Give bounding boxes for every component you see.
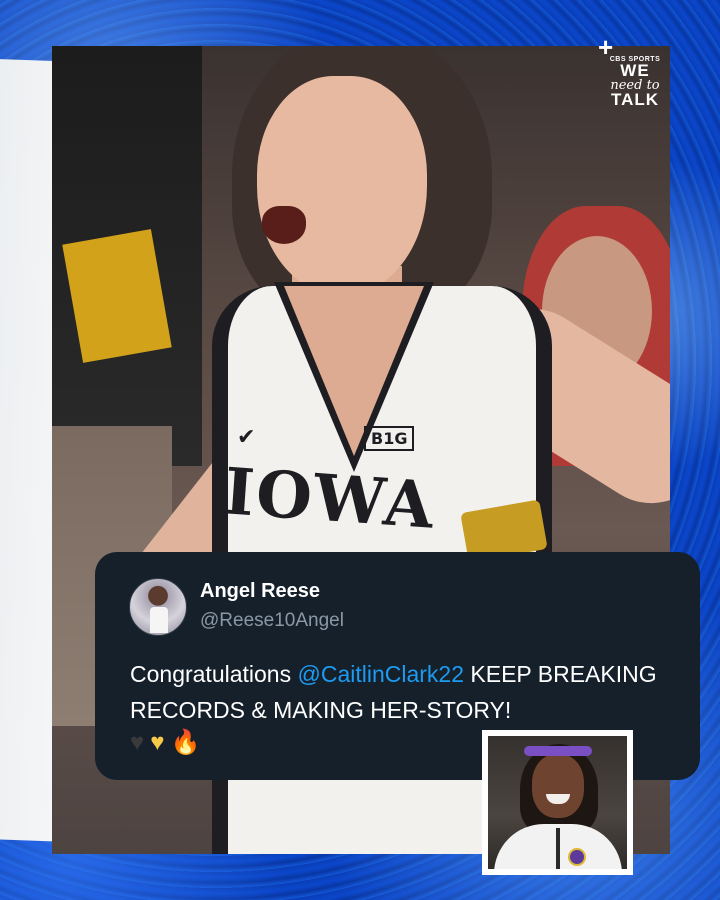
tweet-author-handle: @Reese10Angel (200, 610, 344, 631)
tweet-mention-link: @CaitlinClark22 (297, 661, 465, 687)
inset-face (532, 754, 584, 818)
black-heart-icon: ♥ (130, 729, 151, 756)
tweet-text: Congratulations @CaitlinClark22 KEEP BRE… (130, 656, 670, 728)
tweet-text-start: Congratulations (130, 661, 298, 687)
brand-line-1: WE (620, 61, 650, 80)
brand-line-3: TALK (610, 90, 660, 109)
inset-headband (524, 746, 592, 756)
player-mouth (262, 206, 306, 244)
plus-icon: + (598, 32, 614, 62)
avatar (129, 578, 187, 636)
conference-badge: B1G (364, 426, 415, 451)
swoosh-icon: ✔ (237, 424, 256, 449)
tweet-author-name: Angel Reese (200, 580, 321, 602)
tweet-emojis: ♥♥🔥 (130, 728, 206, 757)
yellow-heart-icon: ♥ (150, 729, 171, 756)
inset-jacket-logo (568, 848, 586, 866)
inset-zipper (556, 828, 560, 869)
player-face (257, 76, 427, 296)
brand-logo: + CBS SPORTS WE need to TALK (598, 32, 670, 109)
avatar-figure (150, 607, 168, 633)
inset-author-photo (482, 730, 633, 875)
fire-icon: 🔥 (170, 729, 207, 756)
